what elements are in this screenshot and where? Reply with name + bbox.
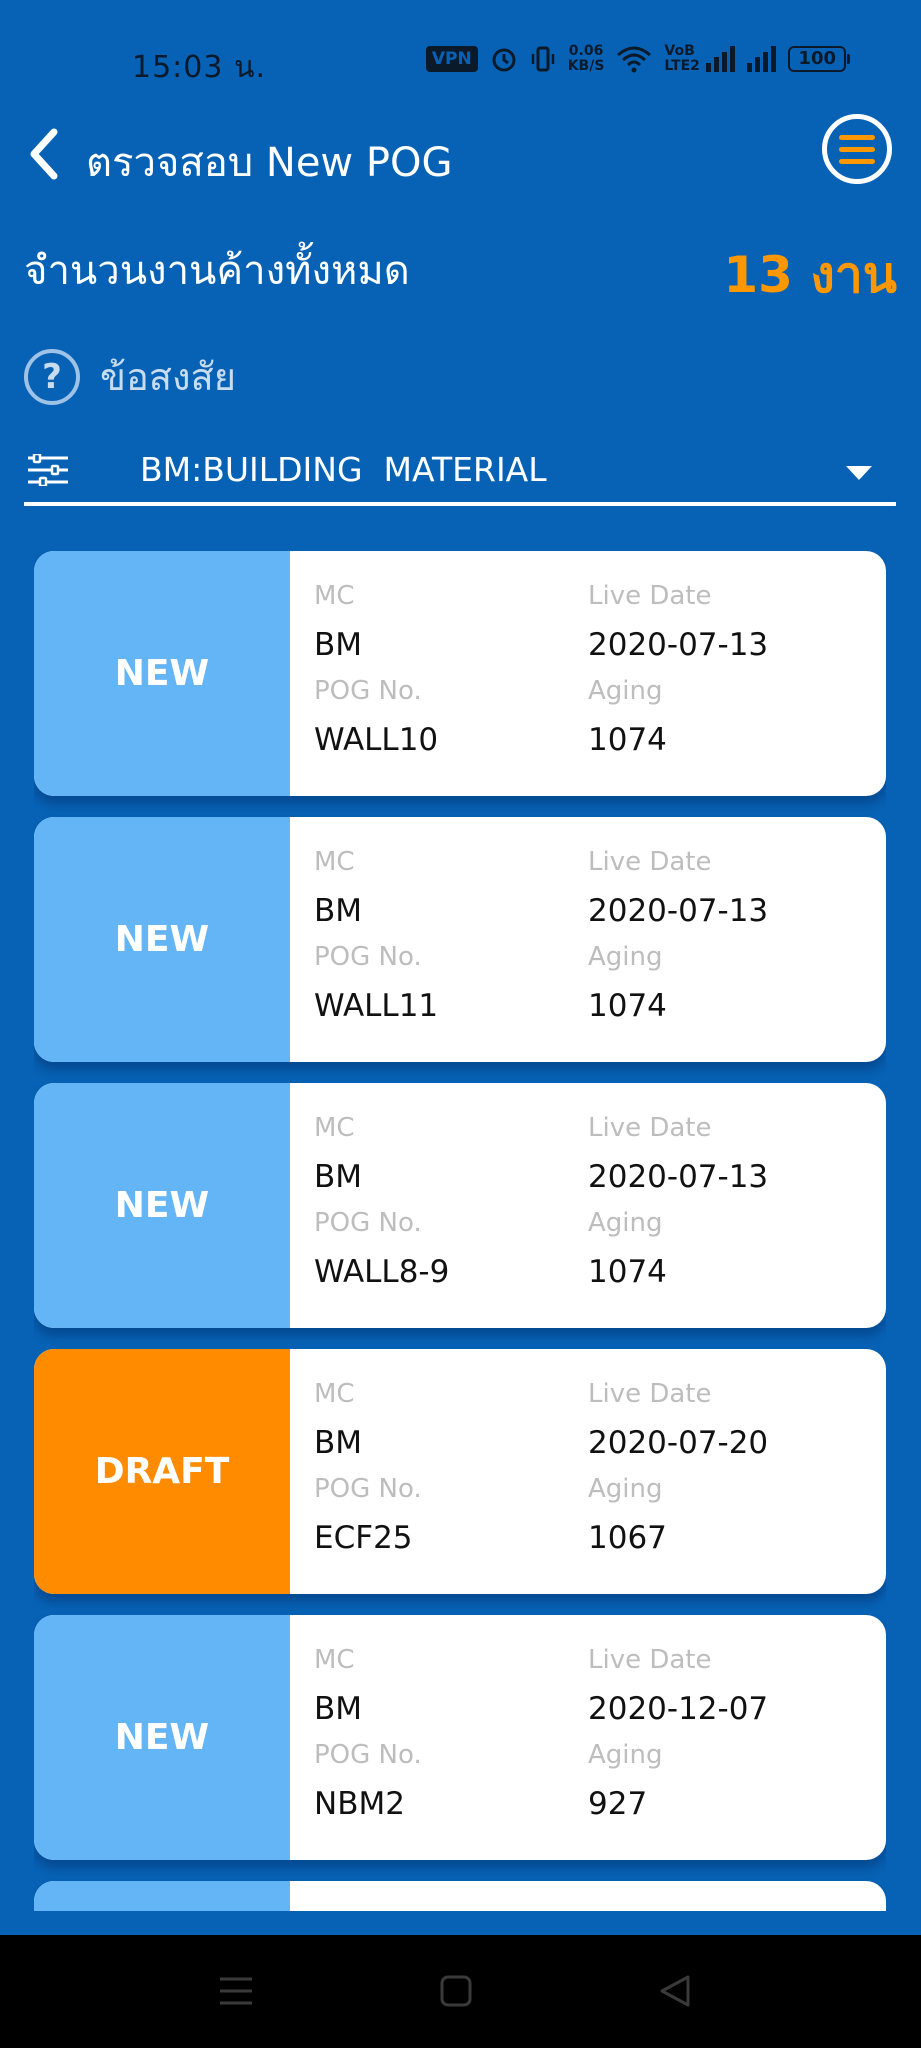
mc-label: MC [314,1113,355,1143]
status-icons: VPN 0.06 KB/S VoB LTE2 100 [425,43,850,74]
back-arrow-icon[interactable] [22,124,66,184]
hamburger-menu-icon[interactable] [822,114,892,184]
mc-label: MC [314,847,355,877]
nav-menu-icon[interactable] [214,1971,258,2011]
system-navigation-bar [0,1935,921,2048]
pog-no-label: POG No. [314,942,422,972]
speed-value: 0.06 [568,43,604,59]
alarm-icon [492,48,516,72]
card-details: MC BM POG No. ECF25 Live Date 2020-07-20… [290,1349,886,1594]
card-details: MC BM POG No. NBM2 Live Date 2020-12-07 … [290,1615,886,1860]
category-filter-dropdown[interactable]: BM:BUILDING MATERIAL [24,440,896,506]
filter-selected-value: BM:BUILDING MATERIAL [140,450,547,489]
aging-value: 927 [588,1786,648,1822]
live-date-label: Live Date [588,1645,712,1675]
status-badge-partial [34,1881,290,1911]
aging-value: 1074 [588,1254,667,1290]
pog-card[interactable]: DRAFT MC BM POG No. ECF25 Live Date 2020… [34,1349,886,1594]
live-date-label: Live Date [588,1379,712,1409]
wifi-icon [617,46,652,73]
signal-icon-1 [706,46,736,72]
status-time: 15:03 น. [132,50,267,85]
live-date-value: 2020-07-20 [588,1425,769,1461]
mc-label: MC [314,581,355,611]
question-icon: ? [24,348,80,405]
nav-back-icon[interactable] [654,1971,698,2011]
mc-value: BM [314,1425,363,1461]
speed-unit: KB/S [567,58,605,74]
live-date-label: Live Date [588,847,712,877]
card-details: MC BM POG No. WALL8-9 Live Date 2020-07-… [290,1083,886,1328]
live-date-value: 2020-12-07 [588,1691,769,1727]
pending-jobs-count: 13 งาน [723,246,897,304]
pog-card[interactable]: NEW MC BM POG No. WALL8-9 Live Date 2020… [34,1083,886,1328]
pog-no-label: POG No. [314,1208,422,1238]
aging-value: 1067 [588,1520,667,1556]
app-bar: ตรวจสอบ New POG [0,110,921,200]
pog-no-label: POG No. [314,1740,422,1770]
mc-value: BM [314,1159,363,1195]
page-title: ตรวจสอบ New POG [86,140,453,186]
pog-no-value: NBM2 [314,1786,405,1822]
pog-card[interactable]: NEW MC BM POG No. NBM2 Live Date 2020-12… [34,1615,886,1860]
aging-label: Aging [588,1740,663,1770]
card-details: MC BM POG No. WALL11 Live Date 2020-07-1… [290,817,886,1062]
network-speed: 0.06 KB/S [568,44,605,74]
pog-card[interactable]: NEW MC BM POG No. WALL10 Live Date 2020-… [34,551,886,796]
aging-label: Aging [588,676,663,706]
status-badge: DRAFT [34,1349,290,1594]
filter-sliders-icon [28,454,68,486]
dropdown-arrow-icon [846,466,872,480]
mc-label: MC [314,1645,355,1675]
pog-list[interactable]: NEW MC BM POG No. WALL10 Live Date 2020-… [34,551,886,1911]
signal-icon-2 [747,46,777,72]
help-link[interactable]: ? ข้อสงสัย [24,346,236,407]
mc-value: BM [314,627,363,663]
live-date-value: 2020-07-13 [588,627,769,663]
pog-no-value: WALL10 [314,722,439,758]
network-label: VoB LTE2 [664,43,700,74]
pog-no-value: WALL8-9 [314,1254,450,1290]
vibrate-icon [531,46,554,72]
nav-home-icon[interactable] [434,1971,478,2011]
status-badge: NEW [34,817,290,1062]
mc-label: MC [314,1379,355,1409]
live-date-value: 2020-07-13 [588,893,769,929]
pog-card-partial[interactable] [34,1881,886,1911]
vpn-icon: VPN [425,46,478,72]
mc-value: BM [314,893,363,929]
pog-card[interactable]: NEW MC BM POG No. WALL11 Live Date 2020-… [34,817,886,1062]
aging-label: Aging [588,1208,663,1238]
aging-value: 1074 [588,722,667,758]
help-label: ข้อสงสัย [100,355,237,399]
aging-label: Aging [588,1474,663,1504]
pog-no-label: POG No. [314,1474,422,1504]
status-badge: NEW [34,551,290,796]
live-date-label: Live Date [588,1113,712,1143]
live-date-label: Live Date [588,581,712,611]
card-details: MC BM POG No. WALL10 Live Date 2020-07-1… [290,551,886,796]
pog-no-value: WALL11 [314,988,439,1024]
aging-label: Aging [588,942,663,972]
live-date-value: 2020-07-13 [588,1159,769,1195]
status-badge: NEW [34,1083,290,1328]
pending-jobs-label: จำนวนงานค้างทั้งหมด [24,248,410,294]
status-bar: 15:03 น. VPN 0.06 KB/S VoB LTE2 100 [0,0,921,120]
pog-no-value: ECF25 [314,1520,413,1556]
battery-icon: 100 [788,46,850,72]
aging-value: 1074 [588,988,667,1024]
pog-no-label: POG No. [314,676,422,706]
status-badge: NEW [34,1615,290,1860]
mc-value: BM [314,1691,363,1727]
